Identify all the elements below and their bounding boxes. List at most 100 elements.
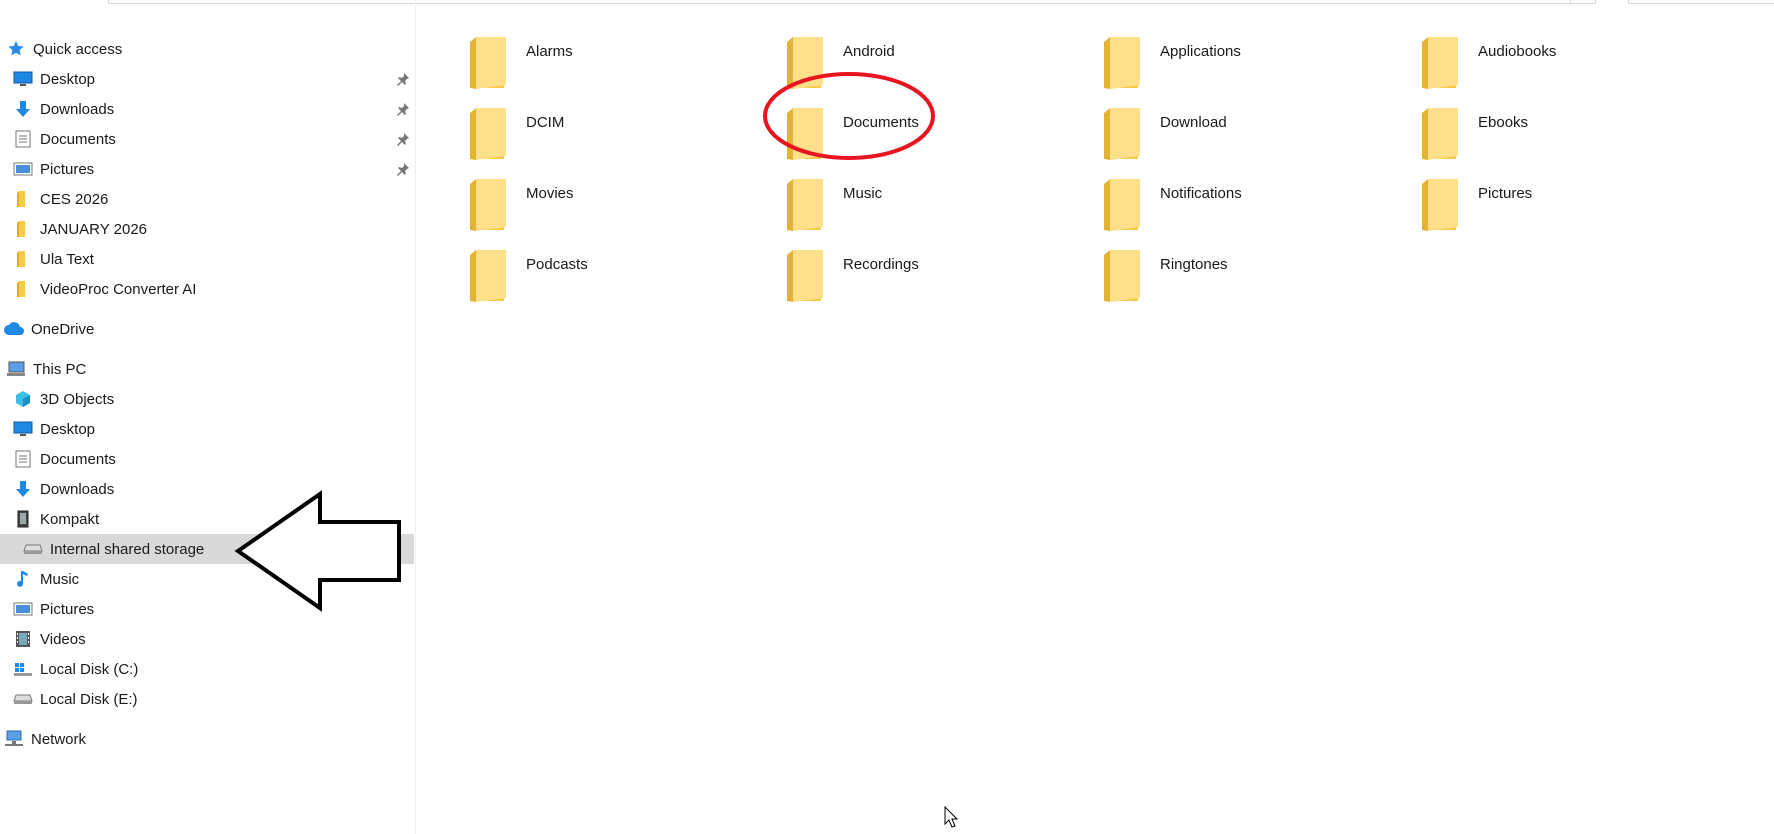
sidebar-item-label: Documents — [40, 450, 116, 468]
folder-icon — [12, 249, 34, 269]
nav-onedrive[interactable]: OneDrive — [0, 314, 417, 344]
pin-icon[interactable] — [396, 132, 410, 146]
nav-quick-access[interactable]: Quick access — [0, 34, 419, 64]
folder-tile-recordings[interactable]: Recordings — [752, 221, 1070, 302]
sidebar-item-label: JANUARY 2026 — [40, 220, 148, 238]
pin-icon[interactable] — [396, 102, 410, 116]
documents-icon — [12, 129, 34, 149]
sidebar-item-january-2026[interactable]: JANUARY 2026 — [0, 214, 426, 244]
download-icon — [12, 479, 34, 499]
sidebar-item-3d-objects[interactable]: 3D Objects — [0, 384, 426, 414]
folder-tile-movies[interactable]: Movies — [435, 150, 753, 231]
sidebar-item-ula-text[interactable]: Ula Text — [0, 244, 426, 274]
sidebar-item-label: Pictures — [40, 600, 95, 618]
folder-tile-notifications[interactable]: Notifications — [1069, 150, 1387, 231]
folder-name: DCIM — [526, 114, 565, 131]
folder-tile-ringtones[interactable]: Ringtones — [1069, 221, 1387, 302]
sidebar-item-label: Downloads — [40, 100, 115, 118]
folder-icon — [12, 189, 34, 209]
sidebar-item-label: Desktop — [40, 420, 96, 438]
folder-name: Documents — [843, 114, 919, 131]
pin-icon[interactable] — [396, 162, 410, 176]
drive-icon — [12, 689, 34, 709]
folder-tile-pictures[interactable]: Pictures — [1387, 150, 1705, 231]
folder-name: Recordings — [843, 256, 919, 273]
desktop-icon — [12, 69, 34, 89]
sidebar-item-label: Internal shared storage — [50, 540, 205, 558]
mouse-cursor-icon — [944, 806, 958, 828]
network-icon — [3, 729, 25, 749]
storage-drive-icon — [22, 539, 44, 559]
navigation-pane: Quick access Desktop Downloads Documents — [0, 0, 416, 834]
nav-this-pc-label: This PC — [33, 360, 87, 378]
sidebar-item-pictures-pc[interactable]: Pictures — [0, 594, 426, 624]
desktop-icon — [12, 419, 34, 439]
folder-name: Notifications — [1160, 185, 1242, 202]
folder-tile-music[interactable]: Music — [752, 150, 1070, 231]
sidebar-item-label: Pictures — [40, 160, 95, 178]
sidebar-item-downloads-pc[interactable]: Downloads — [0, 474, 426, 504]
file-explorer-window: Quick access Desktop Downloads Documents — [0, 0, 1774, 834]
sidebar-item-ces-2026[interactable]: CES 2026 — [0, 184, 426, 214]
folder-icon — [787, 250, 823, 302]
sidebar-item-label: Kompakt — [40, 510, 100, 528]
pin-icon[interactable] — [396, 72, 410, 86]
sidebar-item-label: Documents — [40, 130, 116, 148]
sidebar-item-local-disk-e[interactable]: Local Disk (E:) — [0, 684, 426, 714]
pictures-icon — [12, 159, 34, 179]
nav-network[interactable]: Network — [0, 724, 417, 754]
folder-icon — [12, 219, 34, 239]
folder-name: Applications — [1160, 43, 1241, 60]
windows-drive-icon — [12, 659, 34, 679]
sidebar-item-internal-shared-storage[interactable]: Internal shared storage — [0, 534, 414, 564]
folder-tile-ebooks[interactable]: Ebooks — [1387, 79, 1705, 160]
nav-this-pc[interactable]: This PC — [0, 354, 419, 384]
sidebar-item-label: VideoProc Converter AI — [40, 280, 197, 298]
sidebar-item-videos[interactable]: Videos — [0, 624, 426, 654]
folder-tile-podcasts[interactable]: Podcasts — [435, 221, 753, 302]
sidebar-item-label: Ula Text — [40, 250, 94, 268]
nav-onedrive-label: OneDrive — [31, 320, 95, 338]
folder-icon — [1104, 250, 1140, 302]
folder-view: Alarms Android Applications Audiobooks D… — [417, 0, 1774, 834]
folder-name: Download — [1160, 114, 1227, 131]
sidebar-item-desktop[interactable]: Desktop — [0, 64, 426, 94]
folder-name: Movies — [526, 185, 574, 202]
sidebar-item-pictures[interactable]: Pictures — [0, 154, 426, 184]
folder-icon — [12, 279, 34, 299]
folder-name: Pictures — [1478, 185, 1533, 202]
folder-tile-audiobooks[interactable]: Audiobooks — [1387, 8, 1705, 89]
sidebar-item-music[interactable]: Music — [0, 564, 426, 594]
sidebar-item-label: Local Disk (C:) — [40, 660, 139, 678]
sidebar-item-videoproc[interactable]: VideoProc Converter AI — [0, 274, 426, 304]
nav-network-label: Network — [31, 730, 87, 748]
cloud-icon — [3, 319, 25, 339]
sidebar-item-kompakt[interactable]: Kompakt — [0, 504, 426, 534]
folder-tile-download[interactable]: Download — [1069, 79, 1387, 160]
folder-tile-applications[interactable]: Applications — [1069, 8, 1387, 89]
computer-icon — [5, 359, 27, 379]
folder-icon — [1422, 179, 1458, 231]
sidebar-item-label: Local Disk (E:) — [40, 690, 138, 708]
folder-tile-android[interactable]: Android — [752, 8, 1070, 89]
star-icon — [5, 39, 27, 59]
folder-name: Android — [843, 43, 895, 60]
folder-tile-alarms[interactable]: Alarms — [435, 8, 753, 89]
sidebar-item-documents[interactable]: Documents — [0, 124, 426, 154]
documents-icon — [12, 449, 34, 469]
folder-name: Alarms — [526, 43, 573, 60]
phone-icon — [12, 509, 34, 529]
sidebar-item-label: Videos — [40, 630, 86, 648]
sidebar-item-documents-pc[interactable]: Documents — [0, 444, 426, 474]
sidebar-item-downloads[interactable]: Downloads — [0, 94, 426, 124]
music-icon — [12, 569, 34, 589]
folder-tile-dcim[interactable]: DCIM — [435, 79, 753, 160]
sidebar-item-label: Desktop — [40, 70, 96, 88]
sidebar-item-label: 3D Objects — [40, 390, 115, 408]
sidebar-item-desktop-pc[interactable]: Desktop — [0, 414, 426, 444]
sidebar-item-label: Music — [40, 570, 80, 588]
folder-tile-documents[interactable]: Documents — [752, 79, 1070, 160]
sidebar-item-label: Downloads — [40, 480, 115, 498]
sidebar-item-local-disk-c[interactable]: Local Disk (C:) — [0, 654, 426, 684]
folder-name: Audiobooks — [1478, 43, 1557, 60]
